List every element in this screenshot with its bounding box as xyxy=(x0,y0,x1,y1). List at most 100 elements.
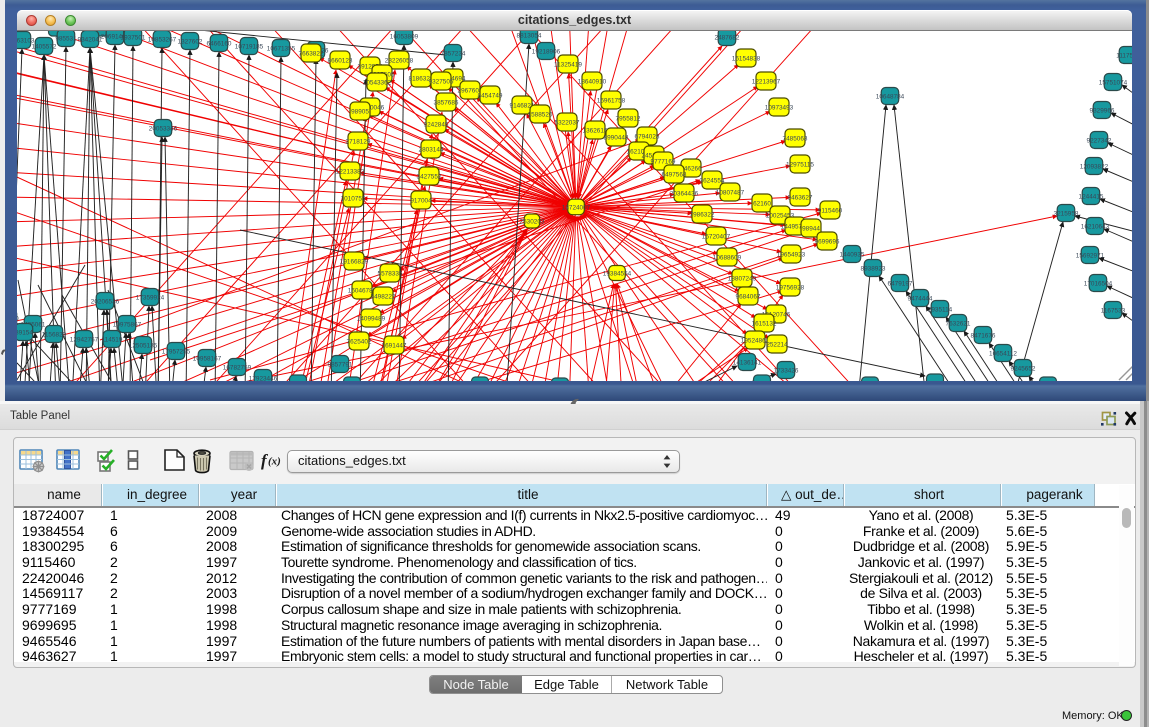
svg-text:8454749: 8454749 xyxy=(478,92,503,99)
svg-text:9463627: 9463627 xyxy=(788,194,813,201)
svg-text:18807249: 18807249 xyxy=(728,275,757,282)
svg-text:19756928: 19756928 xyxy=(776,284,805,291)
svg-text:18724007: 18724007 xyxy=(562,204,591,211)
svg-text:(x): (x) xyxy=(268,456,281,468)
svg-text:7632621: 7632621 xyxy=(946,320,971,327)
svg-text:16782759: 16782759 xyxy=(223,364,252,371)
svg-text:17016504: 17016504 xyxy=(1084,280,1113,287)
svg-text:98905: 98905 xyxy=(351,108,369,115)
svg-text:9227342: 9227342 xyxy=(1087,137,1112,144)
svg-text:252214: 252214 xyxy=(766,341,788,348)
svg-text:14136141: 14136141 xyxy=(733,359,762,366)
svg-text:8990448: 8990448 xyxy=(604,134,629,141)
svg-text:39154: 39154 xyxy=(17,329,33,336)
svg-text:6794028: 6794028 xyxy=(635,133,660,140)
svg-text:16053809: 16053809 xyxy=(390,33,419,40)
svg-text:2487682: 2487682 xyxy=(715,34,740,41)
svg-text:3857685: 3857685 xyxy=(434,99,459,106)
svg-text:12213382: 12213382 xyxy=(336,168,365,175)
svg-text:18640910: 18640910 xyxy=(578,78,607,85)
svg-text:1733426: 1733426 xyxy=(774,367,799,374)
svg-text:2935114: 2935114 xyxy=(928,306,953,313)
svg-text:1244415: 1244415 xyxy=(1079,193,1104,200)
svg-text:8660123: 8660123 xyxy=(328,57,353,64)
svg-text:9699695: 9699695 xyxy=(815,238,840,245)
svg-text:6466160: 6466160 xyxy=(207,40,232,47)
svg-text:20364436: 20364436 xyxy=(670,190,699,197)
svg-text:12213967: 12213967 xyxy=(752,78,781,85)
svg-text:17359924: 17359924 xyxy=(136,294,165,301)
svg-text:7986322: 7986322 xyxy=(690,211,715,218)
svg-text:19384554: 19384554 xyxy=(603,270,632,277)
svg-text:8471676: 8471676 xyxy=(971,332,996,339)
svg-text:7663822: 7663822 xyxy=(299,50,324,57)
svg-text:19218906: 19218906 xyxy=(532,48,561,55)
svg-text:11325419: 11325419 xyxy=(554,61,582,68)
svg-text:9327505: 9327505 xyxy=(429,78,454,85)
svg-text:98944: 98944 xyxy=(802,225,820,232)
svg-text:16154838: 16154838 xyxy=(732,55,761,62)
svg-text:1010755: 1010755 xyxy=(341,195,366,202)
svg-text:10648784: 10648784 xyxy=(876,93,905,100)
svg-text:23226058: 23226058 xyxy=(385,57,414,64)
svg-text:1937501: 1937501 xyxy=(121,34,146,41)
svg-text:12093822: 12093822 xyxy=(1080,163,1109,170)
svg-text:19524861: 19524861 xyxy=(741,337,770,344)
svg-text:1117511: 1117511 xyxy=(1116,52,1132,59)
svg-text:917004: 917004 xyxy=(410,197,432,204)
svg-text:7485063: 7485063 xyxy=(783,135,808,142)
svg-text:1440935: 1440935 xyxy=(840,251,865,258)
svg-text:19166829: 19166829 xyxy=(340,258,369,265)
svg-text:1405572: 1405572 xyxy=(32,43,57,50)
svg-text:16961758: 16961758 xyxy=(597,97,626,104)
svg-text:17957255: 17957255 xyxy=(162,348,191,355)
svg-text:8813054: 8813054 xyxy=(517,32,542,39)
svg-text:7955812: 7955812 xyxy=(616,115,641,122)
svg-text:9329966: 9329966 xyxy=(1090,107,1115,114)
svg-text:9684067: 9684067 xyxy=(736,293,761,300)
svg-text:6497568: 6497568 xyxy=(662,171,687,178)
svg-text:15692971: 15692971 xyxy=(1076,252,1105,259)
svg-text:2803144: 2803144 xyxy=(419,146,444,153)
svg-text:19654923: 19654923 xyxy=(777,251,806,258)
svg-text:6479197: 6479197 xyxy=(888,280,913,287)
svg-text:16210643: 16210643 xyxy=(1081,223,1110,230)
svg-text:1691447: 1691447 xyxy=(382,342,407,349)
svg-text:8938923: 8938923 xyxy=(861,265,886,272)
svg-text:1156829: 1156829 xyxy=(42,331,67,338)
svg-text:3624554: 3624554 xyxy=(700,177,725,184)
svg-text:14099489: 14099489 xyxy=(357,315,386,322)
svg-text:10688609: 10688609 xyxy=(713,254,742,261)
svg-text:131300: 131300 xyxy=(17,315,19,322)
svg-text:2530203: 2530203 xyxy=(520,218,545,225)
svg-text:17923446: 17923446 xyxy=(249,375,278,381)
svg-text:114519: 114519 xyxy=(102,336,123,343)
svg-text:10973493: 10973493 xyxy=(765,104,794,111)
svg-text:1167533: 1167533 xyxy=(1101,307,1126,314)
svg-text:15751074: 15751074 xyxy=(1099,79,1128,86)
svg-text:2718129: 2718129 xyxy=(346,138,371,145)
svg-text:10671355: 10671355 xyxy=(267,45,296,52)
svg-text:9242845: 9242845 xyxy=(424,121,449,128)
svg-text:985531: 985531 xyxy=(55,35,77,42)
svg-text:1362615: 1362615 xyxy=(583,127,608,134)
svg-text:1615132: 1615132 xyxy=(752,320,777,327)
svg-text:5322037: 5322037 xyxy=(555,119,580,126)
svg-text:1588520: 1588520 xyxy=(528,111,553,118)
svg-text:10654112: 10654112 xyxy=(989,350,1017,357)
svg-text:20053346: 20053346 xyxy=(149,125,178,132)
svg-text:12942757: 12942757 xyxy=(70,336,99,343)
svg-text:10975867: 10975867 xyxy=(113,321,142,328)
svg-text:9857791: 9857791 xyxy=(328,361,353,368)
svg-text:12975115: 12975115 xyxy=(786,161,814,168)
svg-text:7625402: 7625402 xyxy=(347,338,372,345)
svg-text:15720407: 15720407 xyxy=(702,233,731,240)
svg-text:10719185: 10719185 xyxy=(235,43,264,50)
svg-text:5578335: 5578335 xyxy=(378,270,403,277)
svg-text:20206536: 20206536 xyxy=(91,298,120,305)
svg-text:3498222: 3498222 xyxy=(371,293,396,300)
svg-text:3215958: 3215958 xyxy=(1054,210,1079,217)
svg-text:9474444: 9474444 xyxy=(908,295,933,302)
svg-text:9777169: 9777169 xyxy=(651,158,676,165)
svg-text:10853267: 10853267 xyxy=(148,36,177,43)
